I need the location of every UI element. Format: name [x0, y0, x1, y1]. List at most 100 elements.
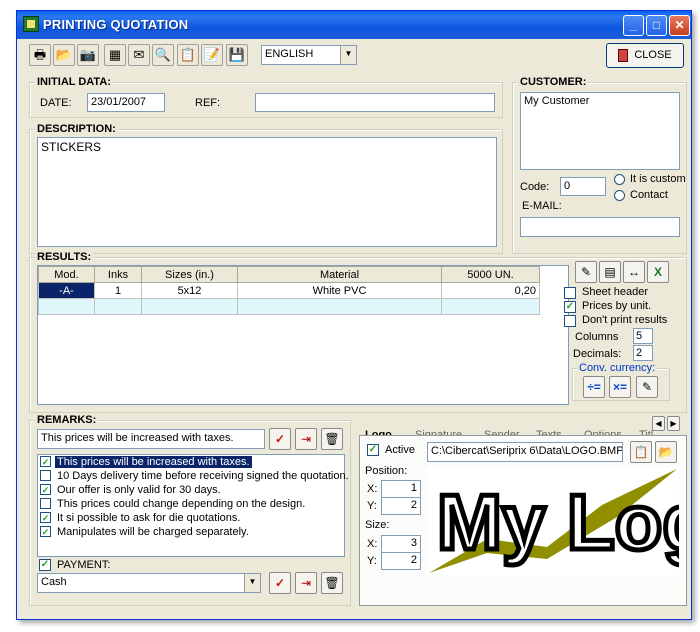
divide-currency-icon[interactable]: ÷= [583, 376, 605, 398]
multiply-currency-icon[interactable]: ×= [609, 376, 631, 398]
custom-radio[interactable] [614, 174, 625, 185]
remark-checkbox-2[interactable]: ✓ [40, 484, 51, 495]
remark-checkbox-1[interactable] [40, 470, 51, 481]
sheet-header-label: Sheet header [582, 286, 649, 298]
payment-checkbox[interactable]: ✓ [39, 559, 51, 571]
email-input[interactable] [520, 217, 680, 237]
cell-mod[interactable]: -A- [38, 282, 95, 299]
cell-price[interactable]: 0,20 [441, 282, 540, 299]
maximize-button[interactable]: □ [646, 15, 667, 36]
custom-label: It is custom [630, 173, 686, 185]
conv-currency-title: Conv. currency: [577, 362, 658, 374]
title-bar: PRINTING QUOTATION _ □ ✕ [17, 11, 691, 39]
close-button-label: CLOSE [634, 49, 672, 61]
currency-edit-icon[interactable]: ✎ [636, 376, 658, 398]
active-checkbox[interactable]: ✓ [367, 444, 379, 456]
list-item[interactable]: 10 Days delivery time before receiving s… [40, 470, 351, 483]
tab-scroll-right-icon[interactable]: ▶ [667, 416, 680, 431]
contact-radio[interactable] [614, 190, 625, 201]
size-y-input[interactable]: 2 [381, 552, 421, 570]
payment-label: PAYMENT: [57, 559, 111, 571]
minimize-button[interactable]: _ [623, 15, 644, 36]
initial-data-title: INITIAL DATA: [35, 76, 113, 88]
col-header-material[interactable]: Material [237, 266, 442, 283]
notes-icon[interactable]: 📝 [201, 44, 223, 66]
col-header-quantity[interactable]: 5000 UN. [441, 266, 540, 283]
email-icon[interactable]: ✉ [128, 44, 150, 66]
pos-x-input[interactable]: 1 [381, 480, 421, 498]
close-window-button[interactable]: ✕ [669, 15, 690, 36]
prices-by-unit-checkbox[interactable]: ✓ [564, 301, 576, 313]
columns-input[interactable]: 5 [633, 328, 653, 344]
close-button[interactable]: CLOSE [606, 43, 684, 68]
logo-text: My Logo [437, 478, 679, 566]
cell-inks[interactable]: 1 [94, 282, 142, 299]
add-remark-icon[interactable]: ⇥ [295, 428, 317, 450]
list-item[interactable]: ✓ It si possible to ask for die quotation… [40, 512, 242, 525]
payment-select[interactable]: Cash ▼ [37, 573, 261, 593]
calculator-icon[interactable]: ▦ [104, 44, 126, 66]
save-icon[interactable]: 💾 [226, 44, 248, 66]
list-item[interactable]: ✓ Manipulates will be charged separately. [40, 526, 251, 539]
logo-clipboard-icon[interactable]: 📋 [630, 441, 652, 463]
language-value: ENGLISH [265, 48, 314, 60]
description-textarea[interactable]: STICKERS [37, 137, 497, 247]
accept-remark-icon[interactable]: ✓ [269, 428, 291, 450]
col-header-mod[interactable]: Mod. [38, 266, 95, 283]
date-input[interactable]: 23/01/2007 [87, 93, 165, 112]
code-label: Code: [520, 181, 550, 193]
size-label: Size: [365, 519, 390, 531]
remark-checkbox-5[interactable]: ✓ [40, 526, 51, 537]
camera-icon[interactable]: 📷 [77, 44, 99, 66]
logo-path-input[interactable]: C:\Cibercat\Seriprix 6\Data\LOGO.BMP [427, 442, 623, 462]
window-title: PRINTING QUOTATION [43, 17, 189, 32]
tab-scroll-left-icon[interactable]: ◀ [652, 416, 665, 431]
remark-checkbox-3[interactable] [40, 498, 51, 509]
print-preview-icon[interactable]: 🔍 [152, 44, 174, 66]
ref-input[interactable] [255, 93, 495, 112]
remarks-list[interactable]: ✓ This prices will be increased with taxe… [37, 454, 349, 557]
delete-payment-icon[interactable]: 🗑 [321, 572, 343, 594]
col-header-sizes[interactable]: Sizes (in.) [141, 266, 238, 283]
decimals-input[interactable]: 2 [633, 345, 653, 361]
accept-payment-icon[interactable]: ✓ [269, 572, 291, 594]
remark-checkbox-0[interactable]: ✓ [40, 456, 51, 467]
columns-label: Columns [575, 331, 619, 343]
pos-y-input[interactable]: 2 [381, 497, 421, 515]
table-row-empty[interactable] [38, 298, 540, 315]
cell-material[interactable]: White PVC [237, 282, 442, 299]
list-item[interactable]: ✓ Our offer is only valid for 30 days. [40, 484, 223, 497]
code-input[interactable]: 0 [560, 177, 606, 196]
sheet-header-checkbox[interactable] [564, 287, 576, 299]
add-payment-icon[interactable]: ⇥ [295, 572, 317, 594]
date-label: DATE: [40, 97, 72, 109]
print-icon[interactable]: 🖶 [29, 44, 51, 66]
columns-icon[interactable]: ▤ [599, 261, 621, 283]
remarks-title: REMARKS: [35, 414, 99, 426]
open-folder-icon[interactable]: 📂 [53, 44, 75, 66]
cell-sizes[interactable]: 5x12 [141, 282, 238, 299]
list-item[interactable]: ✓ This prices will be increased with taxe… [40, 456, 342, 469]
language-select[interactable]: ENGLISH ▼ [261, 45, 357, 65]
customer-name-input[interactable]: My Customer [520, 92, 680, 170]
dont-print-checkbox[interactable] [564, 315, 576, 327]
size-x-input[interactable]: 3 [381, 535, 421, 553]
remark-input[interactable]: This prices will be increased with taxes… [37, 429, 265, 449]
customer-title: CUSTOMER: [518, 76, 589, 88]
list-item[interactable]: This prices could change depending on th… [40, 498, 307, 511]
edit-pen-icon[interactable]: ✎ [575, 261, 597, 283]
results-title: RESULTS: [35, 251, 94, 263]
col-header-inks[interactable]: Inks [94, 266, 142, 283]
remark-checkbox-4[interactable]: ✓ [40, 512, 51, 523]
door-icon [618, 48, 629, 62]
logo-open-folder-icon[interactable]: 📂 [655, 441, 677, 463]
excel-icon[interactable]: X [647, 261, 669, 283]
clipboard-icon[interactable]: 📋 [177, 44, 199, 66]
delete-remark-icon[interactable]: 🗑 [321, 428, 343, 450]
pos-x-label: X: [367, 483, 378, 495]
position-label: Position: [365, 465, 408, 477]
email-label: E-MAIL: [522, 200, 562, 212]
table-row[interactable]: -A- 1 5x12 White PVC 0,20 [38, 282, 540, 299]
resize-columns-icon[interactable]: ↔ [623, 261, 645, 283]
logo-preview-image: My Logo [427, 467, 679, 577]
